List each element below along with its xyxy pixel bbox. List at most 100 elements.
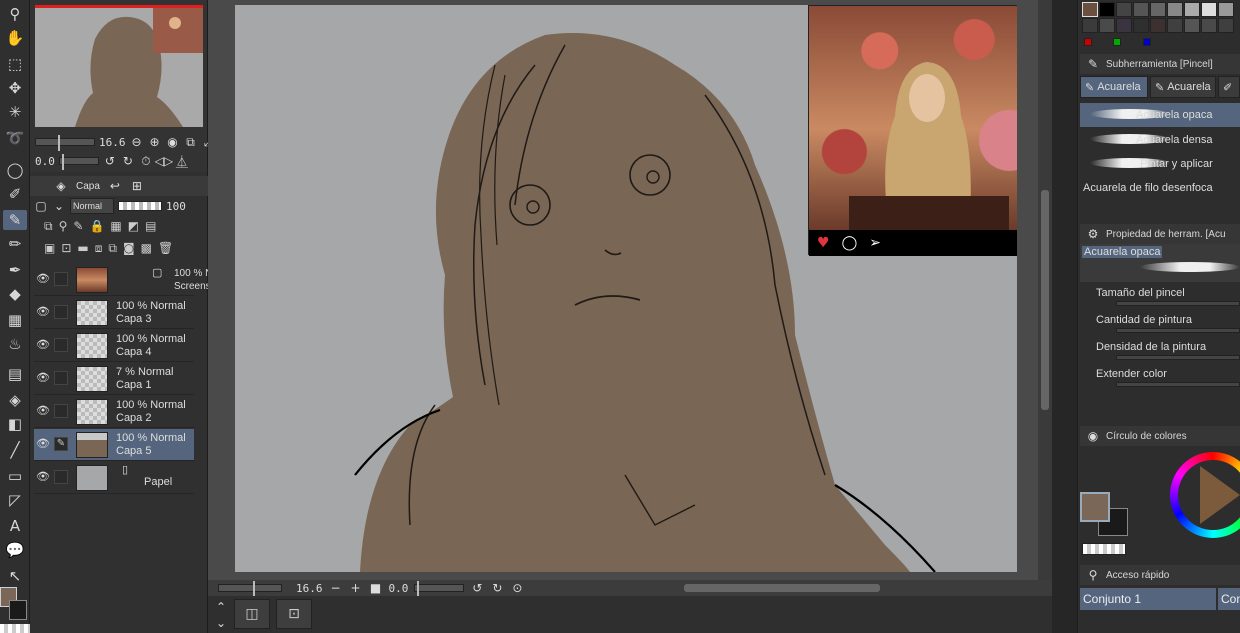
eye-icon[interactable]: 👁 [36,305,50,319]
palette-swatch[interactable] [1082,2,1098,17]
layer-property-tab-icon[interactable]: ↩ [108,179,122,193]
fit-stop-icon[interactable]: ◉ [166,135,180,149]
rotate-right-icon[interactable]: ↻ [121,154,135,168]
layer-row[interactable]: 👁 ▢ 100 % Nor Screenshot_ [34,264,230,296]
brush-item-acuarela-densa[interactable]: Acuarela densa [1080,128,1240,152]
subtool-tab-more[interactable]: ✐ [1218,76,1240,98]
layer-opacity-slider[interactable] [118,201,162,211]
comment-icon[interactable]: ◯ [842,235,858,251]
layer-tab-icon[interactable]: ◈ [54,179,68,193]
reference-layer-icon[interactable]: ⚲ [59,219,68,233]
palette-swatch[interactable] [1150,18,1166,33]
reset-rotation-icon[interactable]: ⏱ [139,154,153,168]
layer-edit-indicator[interactable] [54,470,68,484]
eraser-icon[interactable]: ◆ [3,284,27,304]
object-select-icon[interactable]: ⬚ [3,54,27,74]
palette-swatch[interactable] [1167,2,1183,17]
layer-edit-indicator[interactable] [54,338,68,352]
eye-icon[interactable]: 👁 [36,371,50,385]
palette-swatch[interactable] [1099,2,1115,17]
hand-icon[interactable]: ✋ [3,28,27,48]
brush-size-slider[interactable] [1116,301,1240,306]
saturation-triangle[interactable] [1200,466,1240,524]
layer-tab-label[interactable]: Capa [76,181,100,192]
frame-icon[interactable]: ▭ [3,466,27,486]
zoom-in-icon[interactable]: ⊕ [148,135,162,149]
palette-swatch[interactable] [1218,2,1234,17]
brush-item-acuarela-filo[interactable]: Acuarela de filo desenfoca [1080,176,1240,200]
color-stretch-slider[interactable] [1116,382,1240,387]
blend-mode-select[interactable]: Normal [70,198,114,214]
gradient-icon[interactable]: ◧ [3,414,27,434]
palette-swatch[interactable] [1082,18,1098,33]
vertical-scroll-thumb[interactable] [1041,190,1049,410]
lasso-icon[interactable]: ➰ [3,128,27,148]
palette-swatch[interactable] [1113,38,1121,46]
layer-row[interactable]: 👁 100 % Normal Capa 4 [34,330,194,362]
apply-mask-icon[interactable]: ▩ [141,241,152,255]
palette-swatch[interactable] [1084,38,1092,46]
chevron-down-icon[interactable]: ⌄ [52,199,66,213]
zoom-slider[interactable] [35,135,95,151]
figure-icon[interactable]: ╱ [3,440,27,460]
palette-swatch[interactable] [1167,18,1183,33]
brush-tool-icon[interactable]: ✎ [3,210,27,230]
animation-button[interactable]: ⊡ [276,599,312,629]
flip-horizontal-icon[interactable]: ◁▷ [155,154,173,168]
stop-icon[interactable]: ■ [369,581,383,595]
selection-icon[interactable]: ◯ [3,160,27,180]
heart-icon[interactable]: ♥ [817,235,830,251]
decoration-icon[interactable]: ▦ [3,310,27,330]
transparent-color-swatch[interactable] [0,624,30,633]
transfer-down-icon[interactable]: ⧈ [95,241,103,256]
palette-swatch[interactable] [1201,2,1217,17]
balloon-icon[interactable]: 💬 [3,540,27,560]
subtool-tab-acuarela-2[interactable]: ✎ Acuarela [1150,76,1216,98]
paint-bucket-icon[interactable]: ◈ [3,390,27,410]
canvas-zoom-slider[interactable] [218,581,282,597]
palette-swatch[interactable] [1184,2,1200,17]
eye-icon[interactable]: 👁 [36,437,50,451]
timeline-button[interactable]: ◫ [234,599,270,629]
paint-density-slider[interactable] [1116,355,1240,360]
navigator-preview[interactable] [35,5,203,127]
palette-swatch[interactable] [1184,18,1200,33]
reset-rotation-icon[interactable]: ⊙ [510,581,524,595]
new-folder-icon[interactable]: ▬ [77,241,88,255]
eye-icon[interactable]: 👁 [36,404,50,418]
mask-enable-icon[interactable]: ◩ [128,219,139,233]
layer-edit-indicator[interactable] [54,305,68,319]
palette-swatch[interactable] [1201,18,1217,33]
lock-transparency-icon[interactable]: ▦ [110,219,121,233]
new-raster-layer-icon[interactable]: ▣ [44,241,55,255]
fill-icon[interactable]: ▤ [3,364,27,384]
subtool-tab-acuarela[interactable]: ✎ Acuarela [1080,76,1148,98]
zoom-icon[interactable]: ⚲ [3,4,27,24]
combine-icon[interactable]: ⧉ [108,241,117,256]
layer-row[interactable]: 👁 7 % Normal Capa 1 [34,363,194,395]
main-color-swatch[interactable] [1080,492,1110,522]
sub-color-swatch[interactable] [9,600,27,620]
layer-row[interactable]: 👁 ▯ Papel [34,462,194,494]
zoom-out-icon[interactable]: − [329,581,343,595]
palette-swatch[interactable] [1150,2,1166,17]
layer-edit-indicator[interactable] [54,272,68,286]
pen-icon[interactable]: ✒ [3,260,27,280]
transparent-color-swatch[interactable] [1082,543,1126,555]
layer-mask-icon[interactable]: ◙ [123,241,135,255]
rotate-left-icon[interactable]: ↺ [103,154,117,168]
layer-edit-indicator[interactable]: ✎ [54,437,68,451]
vertical-scrollbar[interactable] [1038,0,1052,580]
reference-photo-screenshot[interactable]: ♥ ◯ ➢ ▮ [808,5,1017,256]
blend-icon[interactable]: ♨ [3,334,27,354]
horizontal-scrollbar[interactable] [684,584,880,592]
rotation-slider[interactable] [58,154,99,170]
new-vector-layer-icon[interactable]: ⊡ [61,241,71,255]
rotate-left-icon[interactable]: ↺ [470,581,484,595]
layer-edit-indicator[interactable] [54,404,68,418]
draft-icon[interactable]: ✎ [73,219,83,233]
palette-swatch[interactable] [1099,18,1115,33]
brush-item-acuarela-opaca[interactable]: Acuarela opaca [1080,103,1240,127]
palette-swatch[interactable] [1218,18,1234,33]
quick-access-set-1[interactable]: Conjunto 1 [1080,588,1216,610]
